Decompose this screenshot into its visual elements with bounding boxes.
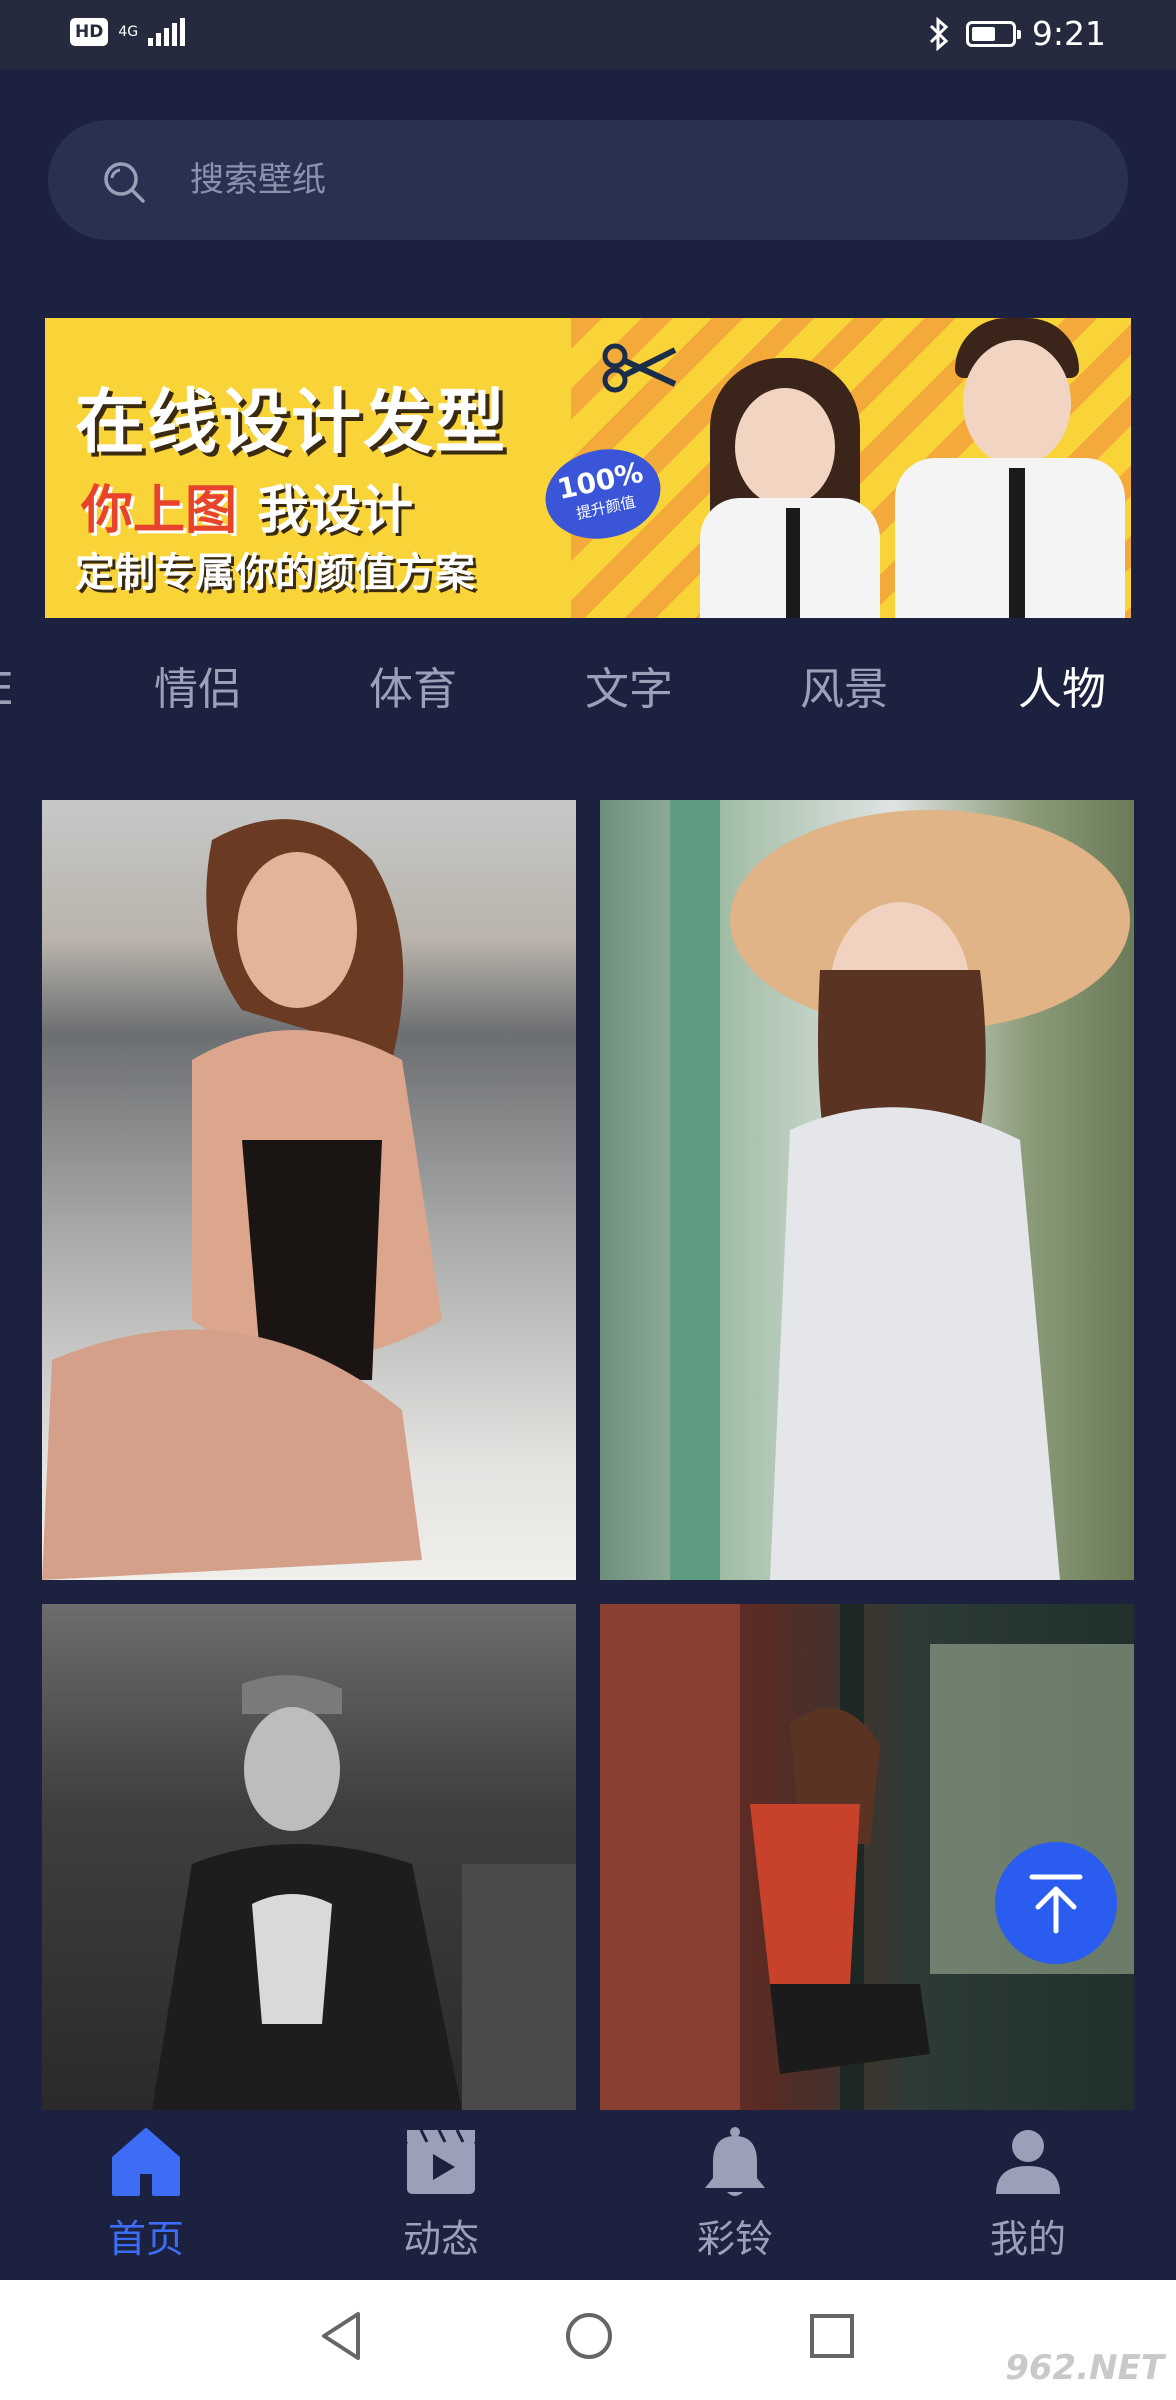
search-bar[interactable]: 搜索壁纸 [48,120,1128,240]
home-icon [112,2128,180,2196]
wallpaper-thumbnail[interactable] [600,800,1134,1580]
banner-subtitle-white: 我设计 [257,481,414,541]
scroll-to-top-button[interactable] [995,1842,1117,1964]
banner-model-boy [885,318,1131,618]
scissors-icon [602,343,677,393]
watermark: 962.NET [1005,2348,1164,2388]
nav-label: 我的 [989,2217,1066,2261]
video-icon [407,2129,475,2194]
nav-profile[interactable]: 我的 [928,2122,1128,2263]
banner-title: 在线设计发型 [75,381,507,463]
status-bar: HD 4G 9:21 [0,0,1176,70]
system-nav-bar: 962.NET [0,2280,1176,2400]
nav-feed[interactable]: 动态 [341,2122,541,2263]
user-icon [996,2130,1060,2194]
network-type: 4G [118,24,139,40]
tab-sports[interactable]: 体育 [369,660,457,720]
search-placeholder[interactable]: 搜索壁纸 [190,158,326,202]
tab-couples[interactable]: 情侣 [154,660,242,720]
nav-ringtone[interactable]: 彩铃 [635,2122,835,2263]
wallpaper-thumbnail[interactable] [42,1604,576,2110]
banner-subtitle-red: 你上图 [81,481,238,541]
nav-label: 动态 [402,2217,479,2261]
battery-fill [971,26,995,41]
home-circle-icon[interactable] [564,2310,614,2362]
arrow-up-icon [1029,1874,1083,1934]
clock: 9:21 [1031,14,1106,53]
category-tabs: E 情侣 体育 文字 风景 人物 [0,650,1176,730]
bottom-nav: 首页 动态 彩铃 我的 [0,2110,1176,2280]
battery-icon [965,20,1021,47]
nav-label: 彩铃 [696,2217,773,2261]
status-right: 9:21 [928,14,1106,53]
tab-partial[interactable]: E [0,660,14,720]
tab-people[interactable]: 人物 [1018,660,1106,720]
wallpaper-figure [152,1675,576,2110]
wallpaper-figure [670,800,1130,1580]
search-icon [104,162,145,203]
nav-label: 首页 [107,2217,184,2261]
nav-home[interactable]: 首页 [46,2122,246,2263]
banner-description: 定制专属你的颜值方案 [75,550,475,596]
wallpaper-figure [42,819,442,1580]
wallpaper-thumbnail[interactable] [42,800,576,1580]
signal-icon [148,18,186,46]
promo-banner[interactable]: 在线设计发型 你上图 我设计 定制专属你的颜值方案 100% 提升颜值 [45,318,1131,618]
tab-scenery[interactable]: 风景 [800,660,888,720]
back-icon[interactable] [318,2310,364,2362]
banner-subtitle: 你上图 我设计 [81,468,413,543]
status-left: HD 4G [70,18,186,46]
hd-badge: HD [70,18,109,46]
bell-icon [705,2127,765,2196]
tab-text[interactable]: 文字 [585,660,673,720]
banner-model-girl [670,358,910,618]
bluetooth-icon [929,16,949,51]
recents-icon[interactable] [808,2310,856,2362]
